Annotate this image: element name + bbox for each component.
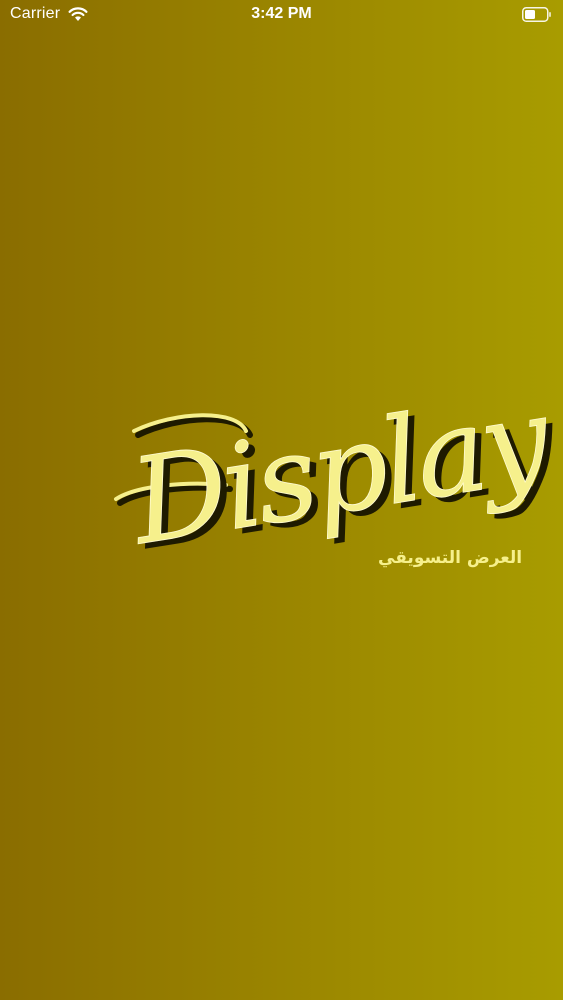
logo-tagline: العرض التسويقي: [378, 548, 522, 568]
status-time: 3:42 PM: [251, 5, 312, 22]
app-logo-artwork: Display Display العرض التسويقي: [114, 369, 563, 576]
battery-icon: [522, 7, 552, 22]
status-bar: Carrier 3:42 PM: [0, 0, 563, 30]
app-logo: Display Display العرض التسويقي: [100, 369, 563, 600]
splash-screen: Carrier 3:42 PM Display Display العرض ال…: [0, 0, 563, 1000]
